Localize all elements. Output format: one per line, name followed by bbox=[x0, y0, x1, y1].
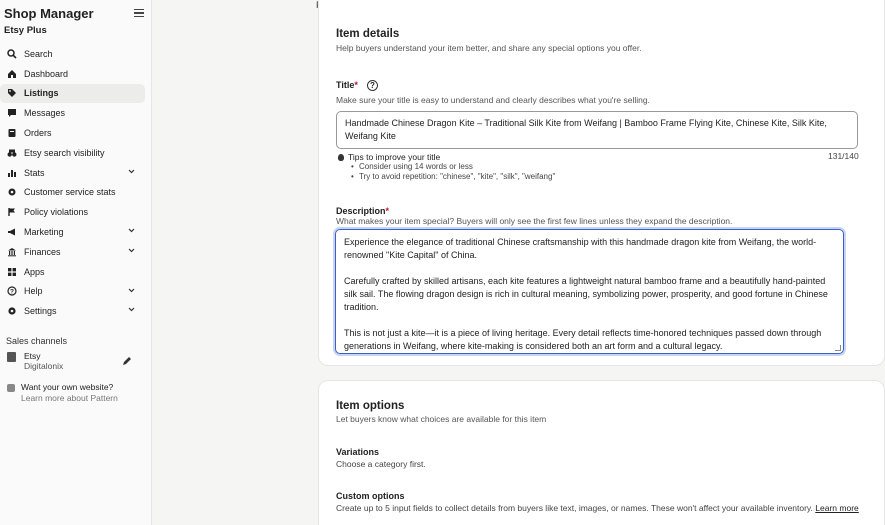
learn-more-link[interactable]: Learn more bbox=[815, 503, 858, 513]
sidebar-item-label: Dashboard bbox=[24, 68, 69, 79]
bank-icon bbox=[7, 247, 17, 257]
tag-icon bbox=[7, 88, 17, 98]
pencil-icon[interactable] bbox=[122, 356, 132, 366]
sidebar-item-dashboard[interactable]: Dashboard bbox=[0, 64, 145, 84]
sidebar-item-etsy-search-visibility[interactable]: Etsy search visibility bbox=[0, 143, 145, 163]
resize-handle[interactable] bbox=[835, 345, 841, 351]
sidebar-item-label: Listings bbox=[24, 88, 59, 99]
sidebar-item-label: Policy violations bbox=[24, 207, 89, 218]
tips-title: Tips to improve your title bbox=[348, 152, 441, 162]
apps-icon bbox=[7, 267, 17, 277]
sidebar-nav: Search Dashboard Listings Messages Orders Ets… bbox=[0, 44, 152, 321]
sidebar-item-label: Search bbox=[24, 48, 53, 59]
tip-item: Try to avoid repetition: "chinese", "kit… bbox=[351, 172, 555, 181]
title-label: Title* bbox=[336, 80, 358, 90]
custom-options-label: Custom options bbox=[336, 491, 405, 501]
orders-icon bbox=[7, 128, 17, 138]
custom-options-help: Create up to 5 input fields to collect d… bbox=[336, 503, 859, 513]
app-title: Shop Manager bbox=[4, 6, 94, 21]
sidebar-item-help[interactable]: ? Help bbox=[0, 282, 145, 302]
promo-title: Want your own website? bbox=[21, 382, 114, 392]
sidebar-item-label: Stats bbox=[24, 167, 45, 178]
sidebar-item-label: Help bbox=[24, 286, 43, 297]
megaphone-icon bbox=[7, 227, 17, 237]
description-paragraph: Carefully crafted by skilled artisans, e… bbox=[344, 276, 828, 312]
message-icon bbox=[7, 108, 17, 118]
sidebar-item-label: Orders bbox=[24, 128, 52, 139]
flag-icon bbox=[7, 207, 17, 217]
pattern-icon bbox=[7, 384, 15, 392]
promo-link[interactable]: Learn more about Pattern bbox=[21, 393, 118, 403]
sales-channels-label: Sales channels bbox=[6, 336, 68, 346]
item-details-subheading: Help buyers understand your item better,… bbox=[336, 43, 642, 53]
variations-label: Variations bbox=[336, 447, 380, 457]
description-help: What makes your item special? Buyers wil… bbox=[336, 216, 733, 226]
search-icon bbox=[7, 49, 17, 59]
menu-icon[interactable] bbox=[134, 9, 144, 17]
description-paragraph: This is not just a kite—it is a piece of… bbox=[344, 328, 822, 351]
sidebar-item-search[interactable]: Search bbox=[0, 44, 145, 64]
plan-label: Etsy Plus bbox=[4, 25, 47, 36]
item-options-subheading: Let buyers know what choices are availab… bbox=[336, 414, 547, 424]
channel-name: Etsy bbox=[24, 351, 41, 361]
shop-icon bbox=[7, 352, 16, 362]
shop-name: Digitalonix bbox=[24, 361, 64, 371]
settings-icon bbox=[7, 306, 17, 316]
sidebar-item-customer-service-stats[interactable]: Customer service stats bbox=[0, 183, 145, 203]
sidebar-item-listings[interactable]: Listings bbox=[0, 83, 145, 104]
sidebar-item-finances[interactable]: Finances bbox=[0, 242, 145, 262]
description-label: Description* bbox=[336, 206, 390, 216]
lightbulb-icon bbox=[338, 154, 344, 161]
sidebar-item-label: Finances bbox=[24, 246, 61, 257]
sidebar-item-settings[interactable]: Settings bbox=[0, 301, 145, 321]
sidebar-item-stats[interactable]: Stats bbox=[0, 163, 145, 183]
gear-icon bbox=[7, 187, 17, 197]
help-icon[interactable]: ? bbox=[367, 80, 378, 91]
binoculars-icon bbox=[7, 148, 17, 158]
variations-help: Choose a category first. bbox=[336, 459, 426, 469]
svg-text:?: ? bbox=[10, 289, 14, 296]
sidebar-item-label: Settings bbox=[24, 306, 57, 317]
sidebar-item-label: Marketing bbox=[24, 227, 64, 238]
tip-item: Consider using 14 words or less bbox=[351, 162, 473, 171]
title-input[interactable]: Handmade Chinese Dragon Kite – Tradition… bbox=[336, 111, 858, 149]
sidebar-item-label: Etsy search visibility bbox=[24, 147, 105, 158]
sidebar-item-label: Customer service stats bbox=[24, 187, 116, 198]
item-details-heading: Item details bbox=[336, 28, 400, 40]
sidebar-item-label: Messages bbox=[24, 108, 66, 119]
sidebar-item-label: Apps bbox=[24, 266, 45, 277]
item-options-heading: Item options bbox=[336, 400, 405, 412]
sidebar-item-policy-violations[interactable]: Policy violations bbox=[0, 202, 145, 222]
sidebar-item-messages[interactable]: Messages bbox=[0, 103, 145, 123]
bar-chart-icon bbox=[7, 168, 17, 178]
sidebar-item-apps[interactable]: Apps bbox=[0, 262, 145, 282]
help-icon: ? bbox=[7, 286, 17, 297]
sidebar-item-marketing[interactable]: Marketing bbox=[0, 222, 145, 242]
home-icon bbox=[7, 69, 17, 79]
title-help: Make sure your title is easy to understa… bbox=[336, 95, 650, 105]
title-char-count: 131/140 bbox=[828, 151, 859, 161]
sidebar: Shop Manager Etsy Plus Search Dashboard Li… bbox=[0, 0, 152, 525]
sidebar-item-orders[interactable]: Orders bbox=[0, 123, 145, 143]
description-paragraph: Experience the elegance of traditional C… bbox=[344, 237, 817, 260]
description-textarea[interactable]: Experience the elegance of traditional C… bbox=[335, 229, 844, 354]
